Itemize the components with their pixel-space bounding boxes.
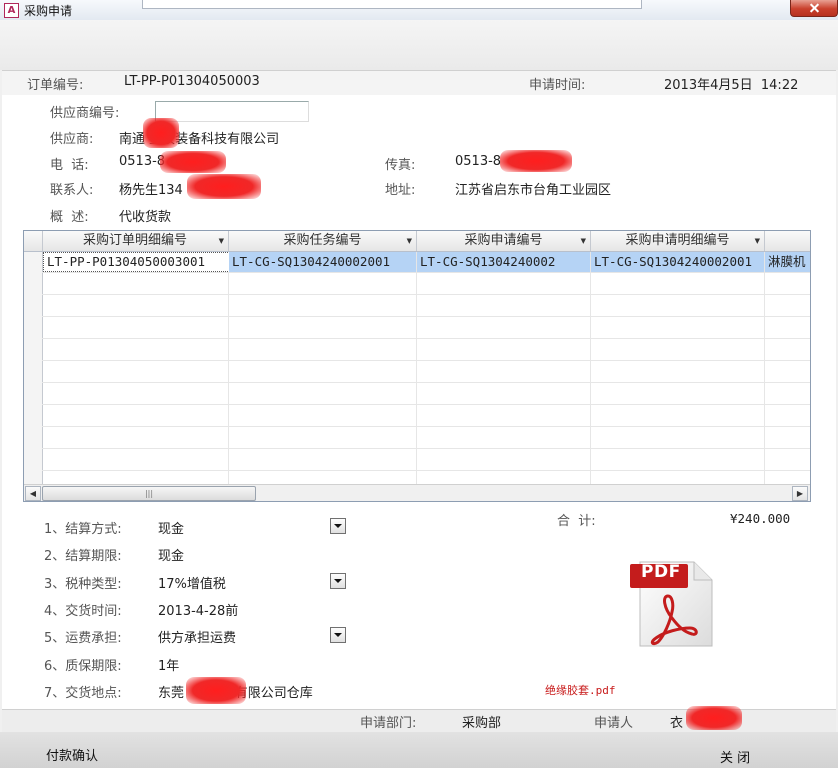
settlement-method-value: 现金 (158, 522, 185, 537)
contact-label: 联系人: (50, 183, 94, 198)
redaction-mark (160, 151, 226, 173)
grid-cell[interactable]: LT-CG-SQ1304240002 (417, 252, 590, 272)
grid-cell[interactable]: LT-CG-SQ1304240002001 (591, 252, 764, 272)
fax-value: 0513-8 (455, 154, 502, 169)
warranty-label: 6、质保期限: (44, 659, 122, 674)
column-header[interactable]: 采购任务编号 ▼ (229, 231, 417, 251)
address-value: 江苏省启东市台角工业园区 (455, 183, 612, 198)
scroll-right-icon[interactable]: ▶ (792, 486, 808, 501)
tax-type-dropdown-icon[interactable] (330, 573, 346, 589)
bottom-action-bar (0, 732, 838, 768)
attachment-filename[interactable]: 绝缘胶套.pdf (545, 682, 616, 698)
redaction-mark (686, 706, 742, 730)
window-title: 采购申请 (24, 4, 73, 18)
freight-value: 供方承担运费 (158, 631, 237, 646)
grid-row-line (42, 448, 810, 449)
sort-arrow-icon[interactable]: ▼ (407, 231, 412, 251)
apply-time-label: 申请时间: (529, 78, 586, 93)
grid-header: 采购订单明细编号 ▼ 采购任务编号 ▼ 采购申请编号 ▼ 采购申请明细编号 ▼ (24, 231, 810, 252)
settlement-method-dropdown-icon[interactable] (330, 518, 346, 534)
column-header-label: 采购订单明细编号 (82, 233, 187, 248)
dept-value: 采购部 (462, 716, 502, 731)
redaction-mark (187, 174, 261, 199)
contact-value: 杨先生134 (119, 183, 183, 198)
supplier-name-label: 供应商: (50, 132, 94, 147)
phone-value: 0513-8 (119, 154, 166, 169)
delivery-time-label: 4、交货时间: (44, 604, 122, 619)
grid-row-line (42, 316, 810, 317)
column-header-label: 采购申请编号 (464, 233, 543, 248)
horizontal-scrollbar[interactable]: ◀ ||| ▶ (24, 484, 810, 501)
order-no-value: LT-PP-P01304050003 (124, 74, 260, 89)
supplier-code-input[interactable] (155, 101, 309, 122)
grid-row-line (42, 294, 810, 295)
order-detail-grid[interactable]: 采购订单明细编号 ▼ 采购任务编号 ▼ 采购申请编号 ▼ 采购申请明细编号 ▼ LT-P… (23, 230, 811, 502)
address-label: 地址: (385, 183, 416, 198)
grid-row-line (42, 382, 810, 383)
grid-cell[interactable]: 淋膜机 (765, 252, 810, 272)
grid-cell[interactable]: LT-CG-SQ1304240002001 (229, 252, 416, 272)
freight-label: 5、运费承担: (44, 631, 122, 646)
freight-dropdown-icon[interactable] (330, 627, 346, 643)
grid-col-line (416, 252, 417, 486)
total-label: 合 计: (557, 514, 596, 529)
order-no-label: 订单编号: (27, 78, 84, 93)
tax-type-label: 3、税种类型: (44, 577, 122, 592)
row-header-column (24, 252, 43, 486)
applicant-value: 衣 (670, 716, 684, 731)
confirm-payment-button[interactable]: 付款确认 (46, 745, 98, 764)
scroll-left-icon[interactable]: ◀ (25, 486, 41, 501)
column-header-label: 采购任务编号 (283, 233, 362, 248)
pdf-icon-label: PDF (641, 562, 681, 582)
warranty-value: 1年 (158, 659, 180, 674)
column-header[interactable]: 采购申请明细编号 ▼ (591, 231, 765, 251)
settlement-period-value: 现金 (158, 549, 185, 564)
grid-corner (24, 231, 43, 251)
total-value: ¥240.000 (730, 511, 791, 526)
grid-row-line (42, 272, 810, 273)
summary-value: 代收货款 (119, 210, 172, 225)
dept-label: 申请部门: (360, 716, 417, 731)
sort-arrow-icon[interactable]: ▼ (219, 231, 224, 251)
grid-col-line (764, 252, 765, 486)
grid-col-line (228, 252, 229, 486)
apply-time-value: 2013年4月5日 14:22 (664, 78, 799, 93)
settlement-period-label: 2、结算期限: (44, 549, 122, 564)
column-header[interactable]: 采购申请编号 ▼ (417, 231, 591, 251)
app-icon: A (4, 3, 19, 18)
grid-row-line (42, 360, 810, 361)
grid-col-line (590, 252, 591, 486)
background-window-edge (142, 0, 642, 9)
redaction-mark (186, 677, 246, 704)
column-header[interactable] (765, 231, 810, 251)
grid-row-line (42, 338, 810, 339)
grid-body: LT-PP-P01304050003001 LT-CG-SQ1304240002… (24, 252, 810, 486)
redaction-mark (143, 118, 179, 148)
grid-row-line (42, 426, 810, 427)
tax-type-value: 17%增值税 (158, 577, 226, 592)
sort-arrow-icon[interactable]: ▼ (581, 231, 586, 251)
phone-label: 电 话: (50, 158, 89, 173)
grid-row-line (42, 470, 810, 471)
delivery-time-value: 2013-4-28前 (158, 604, 239, 619)
settlement-method-label: 1、结算方式: (44, 522, 122, 537)
grid-row-line (42, 404, 810, 405)
grid-cell[interactable]: LT-PP-P01304050003001 (43, 252, 230, 272)
column-header-label: 采购申请明细编号 (625, 233, 730, 248)
redaction-mark (500, 150, 572, 172)
fax-label: 传真: (385, 158, 416, 173)
window-close-button[interactable] (790, 0, 838, 17)
column-header[interactable]: 采购订单明细编号 ▼ (42, 231, 229, 251)
sort-arrow-icon[interactable]: ▼ (755, 231, 760, 251)
close-button[interactable]: 关 闭 (720, 747, 750, 766)
summary-label: 概 述: (50, 210, 89, 225)
scrollbar-thumb[interactable]: ||| (42, 486, 256, 501)
toolbar-area (0, 20, 838, 70)
applicant-label: 申请人 (594, 716, 634, 731)
supplier-code-label: 供应商编号: (50, 106, 120, 121)
delivery-place-label: 7、交货地点: (44, 686, 122, 701)
